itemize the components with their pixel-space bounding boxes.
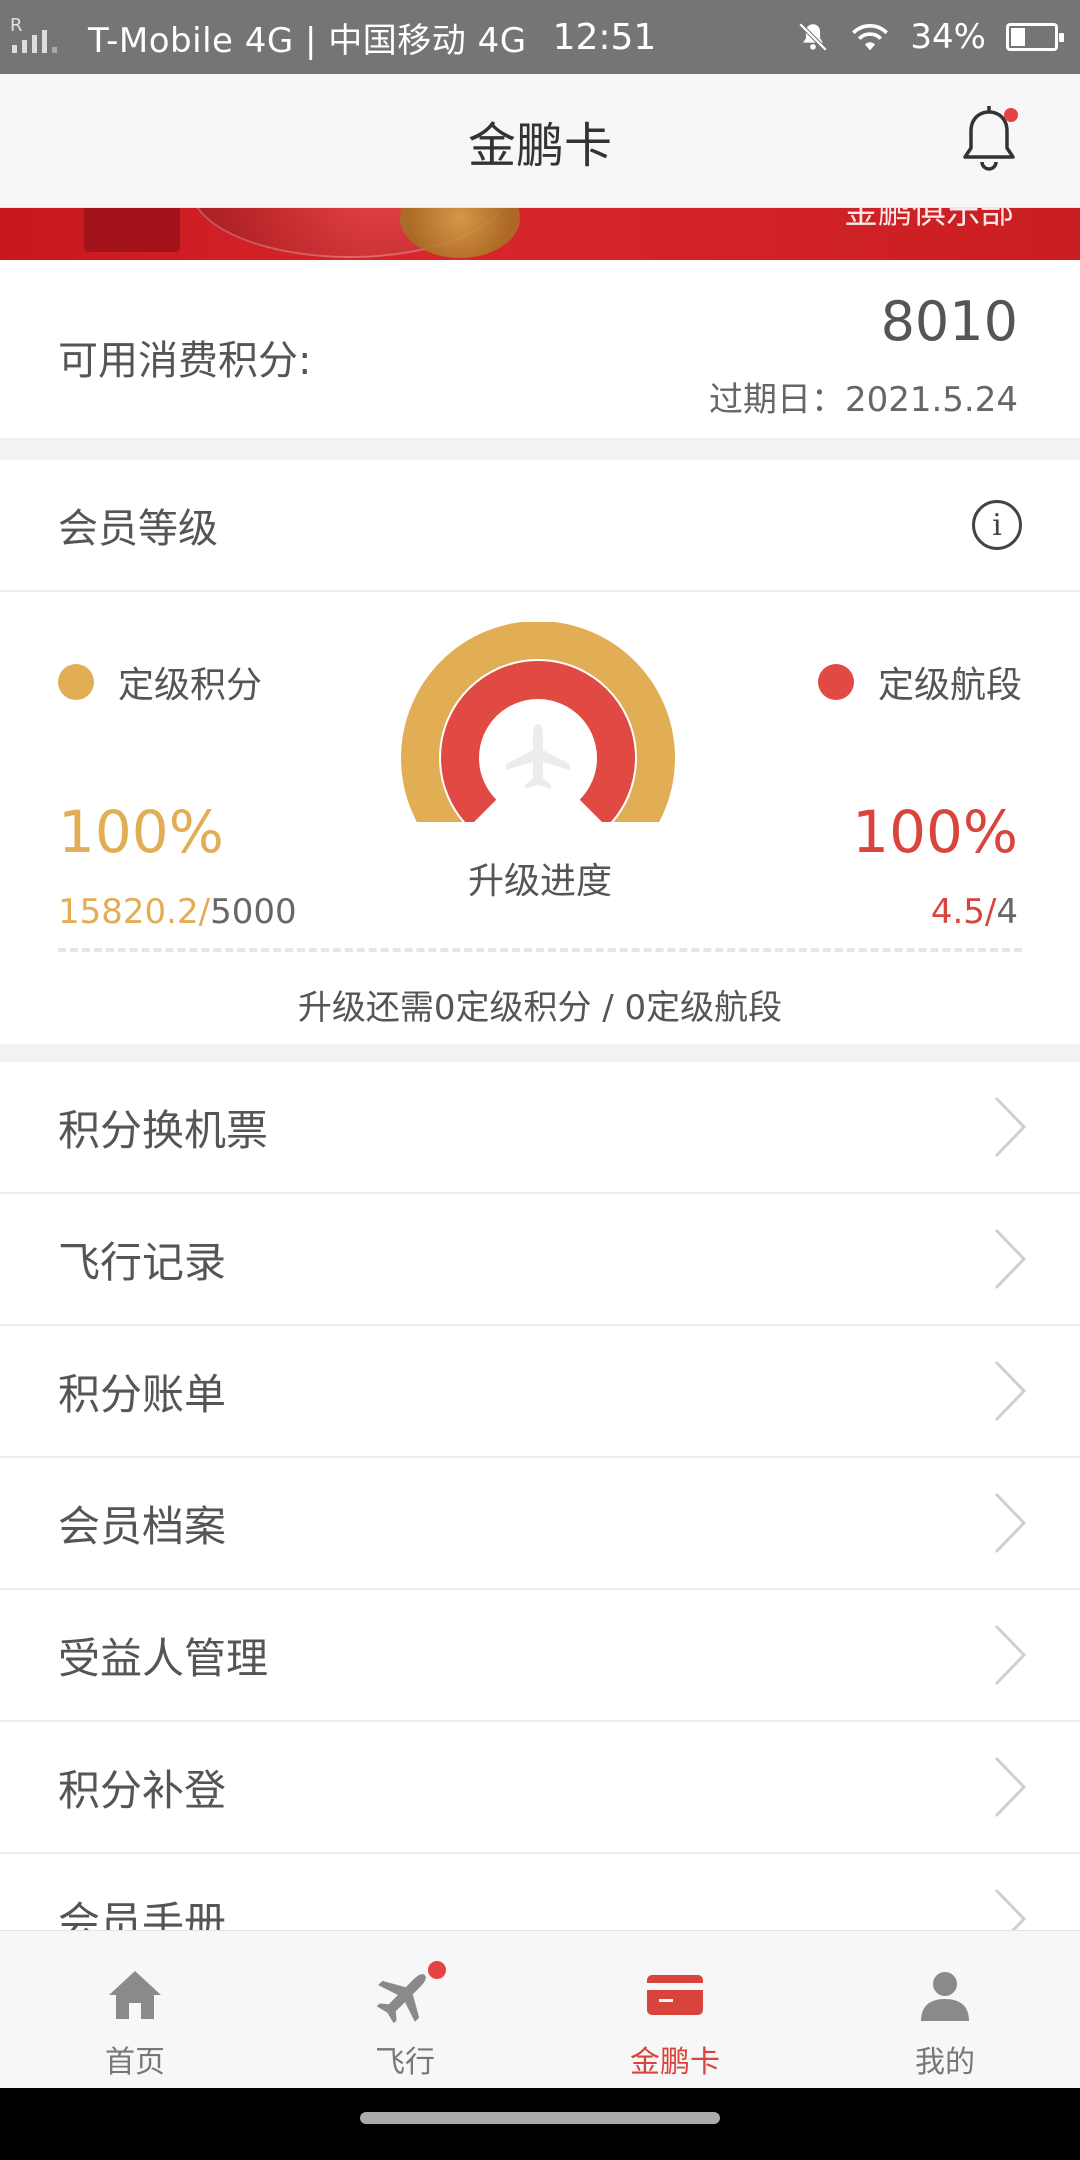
menu-item-label: 受益人管理 xyxy=(58,1633,269,1683)
carrier-text: T-Mobile 4G | 中国移动 4G xyxy=(88,20,527,61)
legend-points: 定级积分 xyxy=(58,656,262,708)
legend-segments-label: 定级航段 xyxy=(877,665,1022,706)
plane-icon xyxy=(506,724,570,789)
menu-item-label: 积分账单 xyxy=(58,1369,227,1419)
progress-caption: 升级进度 xyxy=(467,861,612,902)
page-title: 金鹏卡 xyxy=(467,117,612,174)
battery-percent: 34% xyxy=(910,17,986,57)
chevron-right-icon xyxy=(994,1756,1027,1818)
banner-tile xyxy=(84,208,180,252)
home-indicator[interactable] xyxy=(360,2112,720,2124)
flight-notification-badge xyxy=(428,1961,446,1979)
legend-points-dot xyxy=(58,664,94,700)
chevron-right-icon xyxy=(994,1228,1027,1290)
member-level-card: 会员等级 i 定级积分 定级航段 100% 100% 15820.2/5000 … xyxy=(0,460,1080,1044)
nav-flight[interactable]: 飞行 xyxy=(270,1931,540,2088)
menu-item-beneficiary-management[interactable]: 受益人管理 xyxy=(0,1590,1080,1722)
nav-card[interactable]: 金鹏卡 xyxy=(540,1931,810,2088)
nav-me-label: 我的 xyxy=(915,2045,975,2080)
nav-home-label: 首页 xyxy=(105,2045,165,2080)
system-gesture-bar xyxy=(0,2088,1080,2160)
points-expiry: 过期日：2021.5.24 xyxy=(708,380,1018,420)
home-icon xyxy=(109,1971,161,2019)
menu-item-points-statement[interactable]: 积分账单 xyxy=(0,1326,1080,1458)
menu-item-label: 积分换机票 xyxy=(58,1105,269,1155)
legend-segments-dot xyxy=(817,664,854,700)
chevron-right-icon xyxy=(994,1096,1027,1158)
card-icon xyxy=(647,1975,703,2015)
app-header: 金鹏卡 xyxy=(0,74,1080,208)
points-value: 8010 xyxy=(880,290,1018,353)
nav-me[interactable]: 我的 xyxy=(810,1931,1080,2088)
mute-icon xyxy=(799,22,828,52)
chevron-right-icon xyxy=(994,1360,1027,1422)
chevron-right-icon xyxy=(994,1624,1027,1686)
member-level-title: 会员等级 xyxy=(58,506,218,552)
divider xyxy=(58,948,1022,952)
points-label: 可用消费积分: xyxy=(58,338,312,384)
menu-item-member-handbook[interactable]: 会员手册 xyxy=(0,1854,1080,1932)
upgrade-note: 升级还需0定级积分 / 0定级航段 xyxy=(297,988,783,1028)
wifi-icon xyxy=(852,24,889,51)
signal-icon: R xyxy=(8,15,72,57)
member-level-header: 会员等级 i xyxy=(0,460,1080,592)
bottom-navigation: 首页 飞行 金鹏卡 我的 xyxy=(0,1930,1080,2088)
menu-item-flight-records[interactable]: 飞行记录 xyxy=(0,1194,1080,1326)
chevron-right-icon xyxy=(994,1888,1027,1932)
plane-icon xyxy=(376,1974,426,2024)
member-menu: 积分换机票 飞行记录 积分账单 会员档案 受益人管理 积分补登 会员手册 xyxy=(0,1062,1080,1932)
battery-icon xyxy=(1006,23,1064,51)
nav-home[interactable]: 首页 xyxy=(0,1931,270,2088)
menu-item-member-profile[interactable]: 会员档案 xyxy=(0,1458,1080,1590)
legend-segments: 定级航段 xyxy=(817,656,1022,708)
chevron-right-icon xyxy=(994,1492,1027,1554)
menu-item-label: 飞行记录 xyxy=(58,1237,227,1287)
menu-item-label: 会员档案 xyxy=(58,1501,227,1551)
menu-item-label: 积分补登 xyxy=(58,1765,227,1815)
member-card-banner[interactable]: 金鹏俱乐部 xyxy=(0,208,1080,260)
user-icon xyxy=(921,1972,969,2021)
nav-card-label: 金鹏卡 xyxy=(630,2045,720,2080)
menu-item-points-claim[interactable]: 积分补登 xyxy=(0,1722,1080,1854)
notification-badge xyxy=(1004,108,1018,122)
points-card: 可用消费积分: 8010 过期日：2021.5.24 xyxy=(0,260,1080,438)
notification-button[interactable] xyxy=(956,104,1022,176)
menu-item-redeem-tickets[interactable]: 积分换机票 xyxy=(0,1062,1080,1194)
banner-club-text: 金鹏俱乐部 xyxy=(844,208,1014,232)
nav-flight-label: 飞行 xyxy=(375,2045,435,2080)
clock: 12:51 xyxy=(552,16,657,58)
legend-points-label: 定级积分 xyxy=(118,665,263,706)
info-icon[interactable]: i xyxy=(972,500,1022,550)
upgrade-progress-gauge xyxy=(401,622,675,822)
menu-item-label: 会员手册 xyxy=(58,1897,227,1933)
status-bar: R T-Mobile 4G | 中国移动 4G 12:51 34% xyxy=(0,0,1080,74)
